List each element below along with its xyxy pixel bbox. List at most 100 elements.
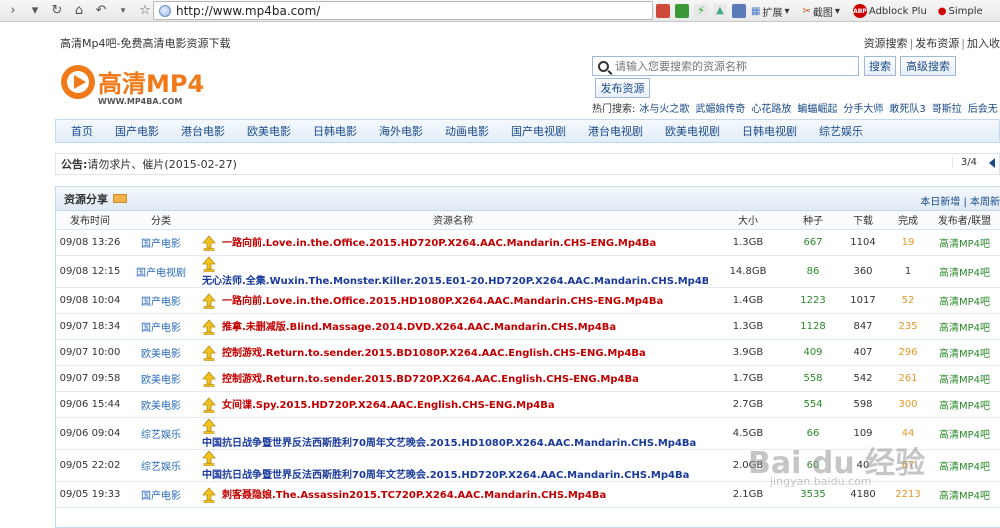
download-arrow-icon[interactable] (202, 486, 216, 503)
row-category[interactable]: 国产电影 (124, 481, 198, 508)
notice-text[interactable]: 请勿求片、催片(2015-02-27) (87, 156, 237, 172)
nav-hktw-tv[interactable]: 港台电视剧 (577, 123, 654, 139)
col-downloads[interactable]: 下载 (838, 211, 888, 230)
hot-item[interactable]: 蝙蝠崛起 (797, 104, 837, 115)
table-row[interactable]: 09/08 10:04 国产电影 一路向前.Love.in.the.Office.2… (56, 287, 1000, 314)
row-title-link[interactable]: 无心法师.全集.Wuxin.The.Monster.Killer.2015.E0… (202, 276, 708, 287)
download-arrow-icon[interactable] (202, 417, 216, 434)
advanced-search-button[interactable]: 高级搜索 (900, 56, 956, 76)
ext-adblock[interactable]: ABP Adblock Plu (852, 4, 927, 18)
row-title-link[interactable]: 中国抗日战争暨世界反法西斯胜利70周年文艺晚会.2015.HD720P.X264… (202, 470, 689, 481)
download-arrow-icon[interactable] (202, 344, 216, 361)
chevron-right-icon[interactable]: › (4, 2, 22, 20)
panel-right-links[interactable]: 本日新增 | 本周新 (920, 193, 1000, 208)
row-category[interactable]: 国产电影 (124, 287, 198, 314)
row-category[interactable]: 欧美电影 (124, 365, 198, 392)
hot-item[interactable]: 敢死队3 (889, 104, 925, 115)
chevron-left-icon[interactable] (989, 158, 995, 168)
home-icon[interactable]: ⌂ (70, 2, 88, 20)
nav-jpkr-tv[interactable]: 日韩电视剧 (731, 123, 808, 139)
row-category[interactable]: 综艺娱乐 (124, 449, 198, 482)
search-button[interactable]: 搜索 (864, 56, 896, 76)
download-arrow-icon[interactable] (202, 449, 216, 466)
flag-icon[interactable]: ▲ (713, 4, 727, 18)
hot-item[interactable]: 后会无 (968, 104, 998, 115)
row-publisher[interactable]: 高清MP4吧 (928, 287, 1000, 314)
row-title-link[interactable]: 刺客聂隐娘.The.Assassin2015.TC720P.X264.AAC.M… (222, 490, 606, 501)
mail-icon[interactable] (656, 4, 670, 18)
row-publisher[interactable]: 高清MP4吧 (928, 229, 1000, 256)
row-publisher[interactable]: 高清MP4吧 (928, 365, 1000, 392)
table-row[interactable]: 09/07 18:34 国产电影 推拿.未删减版.Blind.Massage.201… (56, 313, 1000, 340)
col-seeds[interactable]: 种子 (788, 211, 838, 230)
col-publisher[interactable]: 发布者/联盟 (928, 211, 1000, 230)
address-bar[interactable]: http://www.mp4ba.com/ (153, 1, 653, 20)
bolt-icon[interactable]: ⚡ (694, 4, 708, 18)
undo-icon[interactable]: ↶ (92, 2, 110, 20)
download-arrow-icon[interactable] (202, 396, 216, 413)
nav-jpkr-movies[interactable]: 日韩电影 (302, 123, 368, 139)
row-category[interactable]: 国产电影 (124, 313, 198, 340)
link-publish[interactable]: 发布资源 (915, 37, 959, 50)
hot-item[interactable]: 心花路放 (751, 104, 791, 115)
col-size[interactable]: 大小 (708, 211, 788, 230)
star-icon[interactable]: ☆ (136, 2, 154, 20)
row-publisher[interactable]: 高清MP4吧 (928, 339, 1000, 366)
row-title-link[interactable]: 推拿.未删减版.Blind.Massage.2014.DVD.X264.AAC.… (222, 322, 616, 333)
row-category[interactable]: 欧美电影 (124, 391, 198, 418)
table-row[interactable]: 09/06 09:04 综艺娱乐 中国抗日战争暨世界反法西斯胜利70周年文艺晚会.2… (56, 417, 1000, 450)
grid-icon[interactable] (675, 4, 689, 18)
hot-item[interactable]: 分手大师 (843, 104, 883, 115)
nav-animation[interactable]: 动画电影 (434, 123, 500, 139)
download-arrow-icon[interactable] (202, 318, 216, 335)
refresh-icon[interactable]: ↻ (48, 2, 66, 20)
row-publisher[interactable]: 高清MP4吧 (928, 417, 1000, 450)
link-favorite[interactable]: 加入收 (967, 37, 1000, 50)
col-name[interactable]: 资源名称 (198, 211, 708, 230)
row-title-link[interactable]: 一路向前.Love.in.the.Office.2015.HD1080P.X26… (222, 296, 663, 307)
col-time[interactable]: 发布时间 (56, 211, 124, 230)
chevron-down-icon[interactable]: ▾ (114, 2, 132, 20)
doc-icon[interactable] (732, 4, 746, 18)
row-title-link[interactable]: 女间谍.Spy.2015.HD720P.X264.AAC.English.CHS… (222, 400, 555, 411)
row-publisher[interactable]: 高清MP4吧 (928, 255, 1000, 288)
col-category[interactable]: 分类 (124, 211, 198, 230)
row-publisher[interactable]: 高清MP4吧 (928, 481, 1000, 508)
hot-item[interactable]: 武媚娘传奇 (695, 104, 745, 115)
nav-western-tv[interactable]: 欧美电视剧 (654, 123, 731, 139)
row-title-link[interactable]: 一路向前.Love.in.the.Office.2015.HD720P.X264… (222, 238, 656, 249)
download-arrow-icon[interactable] (202, 255, 216, 272)
row-title-link[interactable]: 控制游戏.Return.to.sender.2015.BD720P.X264.A… (222, 374, 639, 385)
row-publisher[interactable]: 高清MP4吧 (928, 391, 1000, 418)
table-row[interactable]: 09/07 10:00 欧美电影 控制游戏.Return.to.sender.201… (56, 339, 1000, 366)
row-category[interactable]: 国产电视剧 (124, 255, 198, 288)
search-box[interactable] (592, 56, 859, 76)
ext-expand[interactable]: ▦ 扩展 ▾ (751, 4, 789, 19)
nav-cn-tv[interactable]: 国产电视剧 (500, 123, 577, 139)
row-title-link[interactable]: 控制游戏.Return.to.sender.2015.BD1080P.X264.… (222, 348, 646, 359)
hot-item[interactable]: 冰与火之歌 (639, 104, 689, 115)
search-input[interactable] (615, 59, 845, 73)
table-row[interactable]: 09/06 15:44 欧美电影 女间谍.Spy.2015.HD720P.X264.… (56, 391, 1000, 418)
ext-screenshot[interactable]: ✂ 截图 ▾ (802, 4, 839, 19)
table-row[interactable]: 09/08 12:15 国产电视剧 无心法师.全集.Wuxin.The.Monste… (56, 255, 1000, 288)
row-publisher[interactable]: 高清MP4吧 (928, 313, 1000, 340)
download-arrow-icon[interactable] (202, 292, 216, 309)
site-logo[interactable]: 高清MP4 WWW.MP4BA.COM (58, 62, 218, 108)
row-category[interactable]: 国产电影 (124, 229, 198, 256)
publish-button[interactable]: 发布资源 (595, 78, 650, 98)
col-completed[interactable]: 完成 (888, 211, 928, 230)
nav-overseas-movies[interactable]: 海外电影 (368, 123, 434, 139)
row-publisher[interactable]: 高清MP4吧 (928, 449, 1000, 482)
nav-hktw-movies[interactable]: 港台电影 (170, 123, 236, 139)
chevron-down-icon[interactable]: ▾ (26, 2, 44, 20)
nav-variety[interactable]: 综艺娱乐 (808, 123, 874, 139)
nav-cn-movies[interactable]: 国产电影 (104, 123, 170, 139)
hot-item[interactable]: 哥斯拉 (932, 104, 962, 115)
table-row[interactable]: 09/07 09:58 欧美电影 控制游戏.Return.to.sender.201… (56, 365, 1000, 392)
nav-western-movies[interactable]: 欧美电影 (236, 123, 302, 139)
row-title-link[interactable]: 中国抗日战争暨世界反法西斯胜利70周年文艺晚会.2015.HD1080P.X26… (202, 438, 696, 449)
download-arrow-icon[interactable] (202, 370, 216, 387)
link-resource-search[interactable]: 资源搜索 (864, 37, 908, 50)
ext-simple[interactable]: ● Simple (938, 6, 983, 17)
